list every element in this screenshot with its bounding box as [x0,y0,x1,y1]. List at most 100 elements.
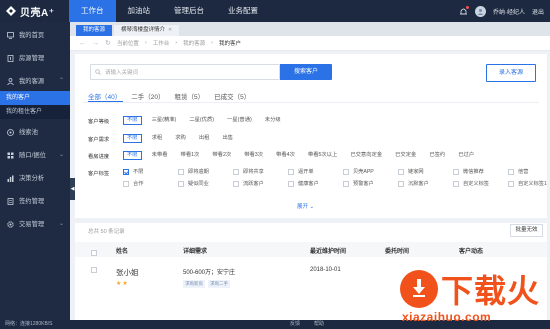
tab-property-detail[interactable]: 横琴湾楼盘详情介 ✕ [114,25,180,36]
tag-checkbox[interactable]: 即将共享 [233,168,288,175]
expand-filters-link[interactable]: 展开 ⌄ [297,202,314,210]
filter-tab-all[interactable]: 全部（40） [88,91,121,101]
filter-option[interactable]: 出租 [196,134,213,143]
forward-arrow-icon[interactable]: → [92,40,99,47]
checkbox[interactable] [343,180,349,187]
sidebar-item-trades[interactable]: 交易管理 ⌄ [0,215,70,234]
topnav-workbench[interactable]: 工作台 [69,0,116,22]
filter-option[interactable]: 带看4次 [273,151,298,160]
tag-checkbox[interactable]: 贝壳APP [343,168,398,175]
sidebar-item-home[interactable]: 我的首页 [0,26,70,45]
filter-option[interactable]: 二星(优质) [186,116,217,125]
tag-checkbox[interactable]: 自定义标签 [453,180,508,187]
tag-checkbox[interactable]: 微信推荐 [453,168,508,175]
sidebar-item-ports[interactable]: 随口/据位 ⌄ [0,146,70,165]
filter-option[interactable]: 已交定金 [392,151,419,160]
filter-tab-second-hand[interactable]: 二手（20） [131,91,164,101]
tag-checkbox[interactable]: 沉默客户 [398,180,453,187]
back-arrow-icon[interactable]: ← [79,40,86,47]
topnav-admin[interactable]: 管理后台 [162,0,216,22]
filter-option[interactable]: 出售 [219,134,236,143]
help-link[interactable]: 帮助 [314,320,324,329]
filter-option[interactable]: 未分级 [262,116,284,125]
topnav-station[interactable]: 加油站 [116,0,163,22]
sidebar-item-contracts[interactable]: 签约管理 [0,192,70,211]
filter-tab-rental[interactable]: 租赁（5） [174,91,204,101]
user-name[interactable]: 乔纳·经纪人 [493,7,525,16]
filter-option[interactable]: 带看3次 [241,151,266,160]
filter-option[interactable]: 未带看 [149,151,171,160]
close-icon[interactable]: ✕ [168,25,172,36]
filter-option[interactable]: 求购 [172,134,189,143]
tag-checkbox[interactable]: 健康客户 [288,180,343,187]
filter-option[interactable]: 带看2次 [209,151,234,160]
checkbox[interactable] [508,168,514,175]
sidebar-item-clients[interactable]: 我的客源 ⌃ [0,72,70,91]
network-status: 网络：连接1280KB/S [5,321,53,327]
checkbox[interactable] [233,168,239,175]
sidebar-item-analysis[interactable]: 决策分析 [0,169,70,188]
topnav-config[interactable]: 业务配置 [216,0,270,22]
breadcrumb-clients[interactable]: 我的客源 [183,39,205,47]
checkbox[interactable] [178,180,184,187]
divider [83,102,539,103]
sidebar-item-leads[interactable]: 线索池 [0,123,70,142]
filter-tab-closed[interactable]: 已成交（5） [214,91,250,101]
checkbox[interactable] [508,180,514,187]
tab-my-clients[interactable]: 我的客源 [76,25,113,36]
filter-option[interactable]: 三星(精准) [149,116,180,125]
sidebar-subitem-rental-clients[interactable]: 我的租住客户 [0,105,70,119]
checkbox[interactable] [91,267,97,273]
tag-checkbox[interactable]: 合作 [123,180,178,187]
filter-option[interactable]: 带看1次 [178,151,203,160]
filter-option[interactable]: 不限 [123,116,142,125]
batch-invalid-button[interactable]: 批量无效 [510,224,543,237]
tag-checkbox[interactable]: 疑似同业 [178,180,233,187]
tag-checkbox[interactable]: 预警客户 [343,180,398,187]
filter-option[interactable]: 已签约 [426,151,448,160]
tag-checkbox[interactable]: 自定义标签1 [508,180,550,187]
filter-option[interactable]: 一星(普通) [224,116,255,125]
refresh-icon[interactable]: ↻ [105,39,111,47]
user-area: 乔纳·经纪人 退出 [459,0,544,22]
filter-option[interactable]: 不限 [123,151,142,160]
search-button[interactable]: 搜索客户 [280,64,332,80]
filter-row-level: 客户等级 不限 三星(精准) 二星(优质) 一星(普通) 未分级 [88,116,291,125]
filter-option[interactable]: 已过户 [455,151,477,160]
checkbox[interactable] [288,180,294,187]
checkbox[interactable] [453,168,459,175]
tag-checkbox[interactable]: 即将逾期 [178,168,233,175]
checkbox[interactable] [453,180,459,187]
checkbox[interactable] [178,168,184,175]
checkbox[interactable] [288,168,294,175]
client-name[interactable]: 张小姐 [116,267,139,278]
checkbox[interactable] [398,168,404,175]
filter-option[interactable]: 不限 [123,134,142,143]
sidebar-item-house[interactable]: 房源管理 [0,49,70,68]
checkbox[interactable] [398,180,404,187]
checkbox[interactable] [123,168,129,175]
filter-option[interactable]: 带看5次以上 [305,151,340,160]
checkbox[interactable] [91,250,97,256]
tag-checkbox[interactable]: 不限 [123,168,178,175]
pool-icon [7,129,14,136]
filter-option[interactable]: 求租 [149,134,166,143]
breadcrumb-workbench[interactable]: 工作台 [153,39,170,47]
avatar[interactable] [474,5,486,17]
logout-link[interactable]: 退出 [532,7,544,16]
checkbox[interactable] [343,168,349,175]
column-header-activity: 客户动态 [459,249,484,255]
sidebar-subitem-my-clients[interactable]: 我的客户 [0,91,70,105]
tag-checkbox[interactable]: 流跃客户 [233,180,288,187]
add-client-button[interactable]: 录入客源 [486,64,536,82]
checkbox[interactable] [233,180,239,187]
bell-icon[interactable] [459,5,469,16]
checkbox[interactable] [123,180,129,187]
feedback-link[interactable]: 反馈 [290,320,300,329]
brand-logo[interactable]: 贝壳A⁺ [5,4,55,19]
filter-option[interactable]: 已交意向定金 [347,151,385,160]
search-input[interactable]: 请输入关键词 [90,64,280,80]
tag-checkbox[interactable]: 逼开单 [288,168,343,175]
tag-checkbox[interactable]: 链家网 [398,168,453,175]
tag-checkbox[interactable]: 他营 [508,168,550,175]
